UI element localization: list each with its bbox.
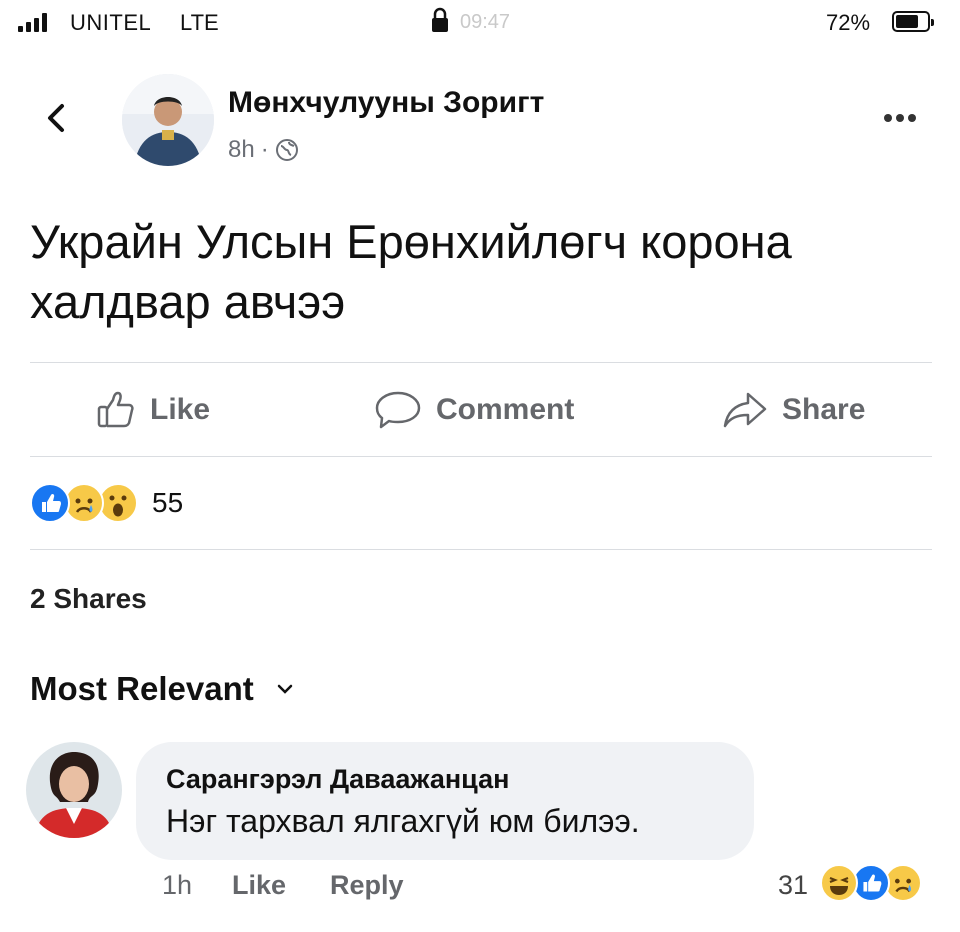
clock: 09:47 xyxy=(460,11,511,33)
comment-bubble: Сарангэрэл Даваажанцан Нэг тархвал ялгах… xyxy=(136,742,754,860)
more-options-button[interactable] xyxy=(884,114,916,122)
network-type: LTE xyxy=(180,10,219,35)
post-author-name[interactable]: Мөнхчулууны Зоригт xyxy=(228,86,544,120)
wow-reaction-icon xyxy=(98,483,138,523)
battery-icon xyxy=(892,11,934,32)
comment-button[interactable]: Comment xyxy=(374,388,574,432)
share-button[interactable]: Share xyxy=(722,388,865,432)
orientation-lock-icon xyxy=(432,7,448,32)
sad-reaction-icon xyxy=(64,483,104,523)
comment-bubble-icon xyxy=(375,391,421,429)
shares-count[interactable]: 2 Shares xyxy=(30,583,147,615)
comment-like-button[interactable]: Like xyxy=(232,870,286,901)
share-arrow-icon xyxy=(723,392,767,428)
share-label: Share xyxy=(782,393,866,426)
like-button[interactable]: Like xyxy=(96,388,210,432)
divider xyxy=(30,362,932,363)
thumbs-up-icon xyxy=(97,391,134,428)
divider xyxy=(30,456,932,457)
comment-sort-dropdown[interactable]: Most Relevant xyxy=(30,670,294,708)
battery-percentage: 72% xyxy=(826,10,871,35)
post-text: Украйн Улсын Ерөнхийлөгч корона халдвар … xyxy=(30,215,792,328)
reaction-count: 55 xyxy=(152,487,184,518)
globe-icon xyxy=(275,139,298,161)
divider xyxy=(30,549,932,550)
comment-reply-button[interactable]: Reply xyxy=(330,870,404,901)
status-bar: UNITEL LTE 09:47 72% xyxy=(0,0,960,48)
back-arrow-icon[interactable] xyxy=(38,98,78,138)
chevron-down-icon xyxy=(277,684,292,694)
comment-reaction-count: 31 xyxy=(778,870,809,900)
like-reaction-icon xyxy=(30,483,70,523)
comment-label: Comment xyxy=(436,393,575,426)
like-label: Like xyxy=(150,393,211,426)
post-meta: 8h · xyxy=(228,136,299,164)
comment-reactions[interactable] xyxy=(820,864,922,902)
signal-bars-icon xyxy=(18,12,47,32)
commenter-avatar[interactable] xyxy=(26,742,122,838)
commenter-name[interactable]: Сарангэрэл Даваажанцан xyxy=(166,764,724,795)
author-avatar[interactable] xyxy=(122,74,214,166)
haha-reaction-icon xyxy=(820,864,858,902)
post-time: 8h xyxy=(228,136,255,163)
carrier-name: UNITEL xyxy=(70,10,152,35)
comment-text: Нэг тархвал ялгахгүй юм билээ. xyxy=(166,803,640,839)
reactions-summary[interactable]: 55 xyxy=(30,483,183,523)
sort-label: Most Relevant xyxy=(30,670,254,707)
meta-separator: · xyxy=(260,136,269,163)
comment-time: 1h xyxy=(162,870,193,900)
